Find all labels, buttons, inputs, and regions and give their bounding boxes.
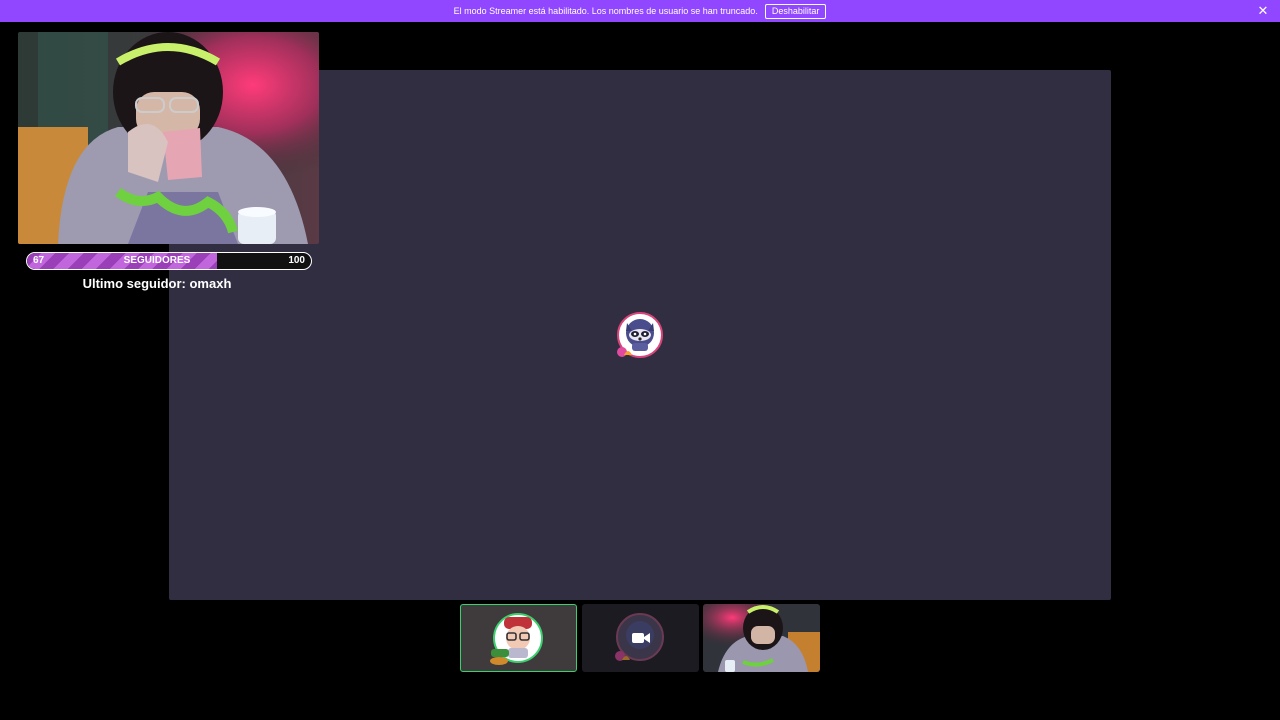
streamer-mode-message: El modo Streamer está habilitado. Los no… xyxy=(453,6,758,16)
thumbnail-gamer-avatar[interactable] xyxy=(460,604,577,672)
last-follower-text: Ultimo seguidor: omaxh xyxy=(82,276,232,291)
close-icon[interactable]: ✕ xyxy=(1256,3,1270,18)
thumbnail-raccoon-camera[interactable] xyxy=(582,604,699,672)
raccoon-avatar-icon xyxy=(616,311,664,359)
camera-icon xyxy=(632,631,650,645)
disable-streamer-mode-button[interactable]: Deshabilitar xyxy=(764,3,827,19)
follower-goal-target: 100 xyxy=(288,255,305,266)
streamer-mode-banner: El modo Streamer está habilitado. Los no… xyxy=(0,0,1280,22)
follower-goal-label: SEGUIDORES xyxy=(123,255,191,266)
follower-goal-bar: 67 SEGUIDORES 100 xyxy=(26,252,312,270)
webcam-feed xyxy=(18,32,319,244)
thumbnail-webcam-preview[interactable] xyxy=(703,604,820,672)
